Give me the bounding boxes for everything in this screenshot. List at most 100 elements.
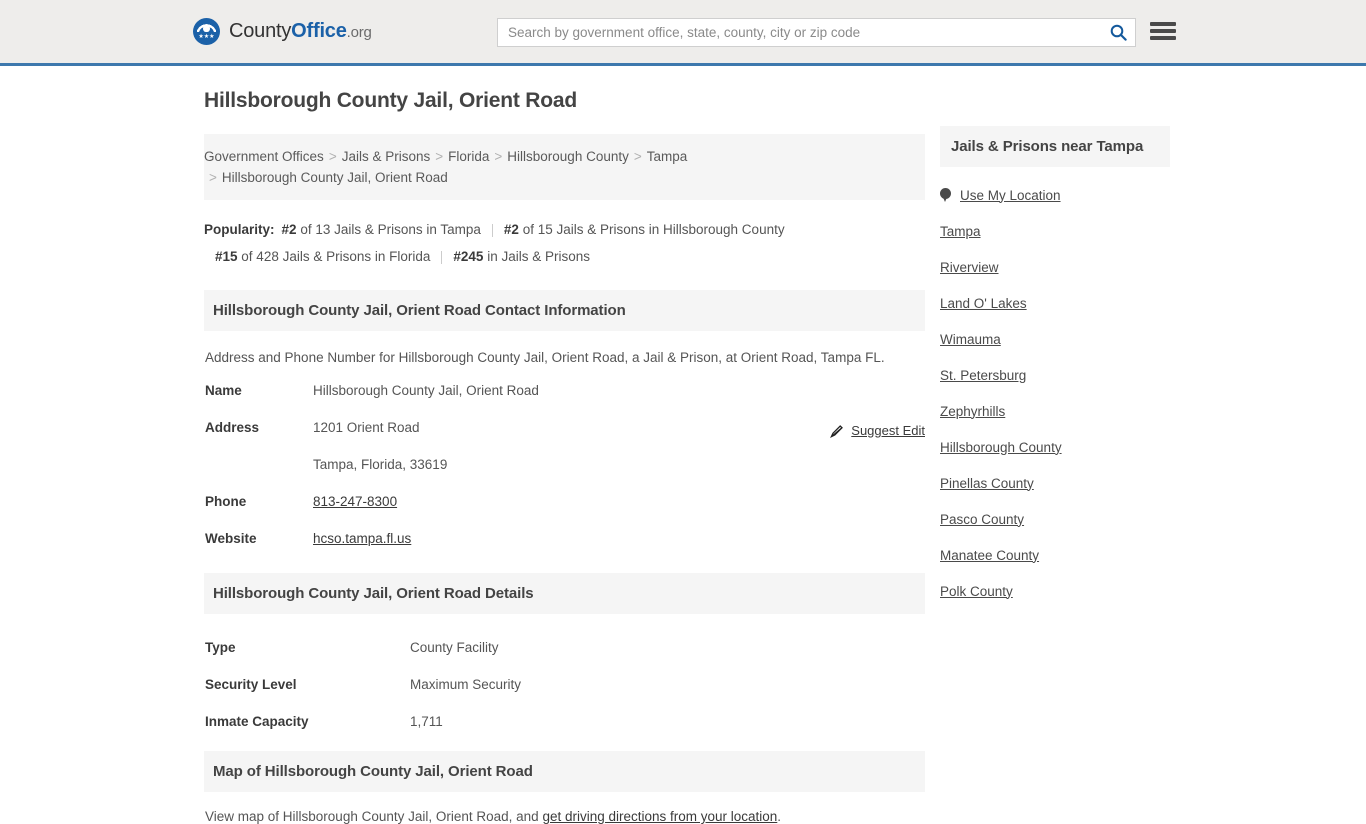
table-row: Security Level Maximum Security xyxy=(204,677,925,714)
sidebar-item-wimauma[interactable]: Wimauma xyxy=(940,321,1170,357)
sidebar-item-pasco-county[interactable]: Pasco County xyxy=(940,501,1170,537)
map-note-suffix: . xyxy=(777,809,782,824)
sidebar-link[interactable]: Wimauma xyxy=(940,332,1001,347)
driving-directions-link[interactable]: get driving directions from your locatio… xyxy=(542,809,777,824)
popularity-item-florida: #15 of 428 Jails & Prisons in Florida xyxy=(215,249,430,264)
sidebar-link[interactable]: Land O' Lakes xyxy=(940,296,1027,311)
suggest-edit-button[interactable]: Suggest Edit xyxy=(830,423,925,438)
popularity-item-overall: #245 in Jails & Prisons xyxy=(453,249,590,264)
popularity-text: of 15 Jails & Prisons in Hillsborough Co… xyxy=(522,222,785,237)
sidebar-item-manatee-county[interactable]: Manatee County xyxy=(940,537,1170,573)
popularity-text: in Jails & Prisons xyxy=(487,249,590,264)
details-value-security-level: Maximum Security xyxy=(410,677,522,692)
sidebar-item-land-o-lakes[interactable]: Land O' Lakes xyxy=(940,285,1170,321)
contact-key-phone: Phone xyxy=(205,494,247,509)
contact-key-website: Website xyxy=(205,531,257,546)
sidebar: Jails & Prisons near Tampa Use My Locati… xyxy=(940,126,1170,609)
contact-information-table: Name Hillsborough County Jail, Orient Ro… xyxy=(204,383,925,568)
breadcrumb-separator-icon: > xyxy=(435,149,444,164)
brand-org-text: .org xyxy=(346,23,372,41)
popularity-label: Popularity: xyxy=(204,222,275,237)
sidebar-heading: Jails & Prisons near Tampa xyxy=(940,126,1170,167)
breadcrumb-item-jails-prisons[interactable]: Jails & Prisons xyxy=(342,149,431,164)
search-button[interactable] xyxy=(1101,19,1135,46)
site-header: ★★★ CountyOffice.org xyxy=(0,0,1366,66)
hamburger-bar xyxy=(1150,29,1176,33)
details-key-security-level: Security Level xyxy=(205,677,297,692)
sidebar-item-hillsborough-county[interactable]: Hillsborough County xyxy=(940,429,1170,465)
main-content: Hillsborough County Jail, Orient Road Go… xyxy=(204,88,925,824)
breadcrumb-separator-icon: > xyxy=(328,149,337,164)
details-key-inmate-capacity: Inmate Capacity xyxy=(205,714,309,729)
map-note-prefix: View map of Hillsborough County Jail, Or… xyxy=(205,809,543,824)
breadcrumb-current: Hillsborough County Jail, Orient Road xyxy=(221,170,448,185)
breadcrumb: Government Offices > Jails & Prisons > Flori… xyxy=(204,134,925,200)
popularity-text: of 428 Jails & Prisons in Florida xyxy=(241,249,431,264)
brand-office-text: Office xyxy=(291,19,347,42)
popularity-rank: #15 xyxy=(215,249,238,264)
sidebar-item-tampa[interactable]: Tampa xyxy=(940,213,1170,249)
details-value-inmate-capacity: 1,711 xyxy=(410,714,443,729)
sidebar-link[interactable]: Polk County xyxy=(940,584,1013,599)
breadcrumb-separator-icon: > xyxy=(209,170,217,185)
details-key-type: Type xyxy=(205,640,236,655)
contact-key-address: Address xyxy=(205,420,260,435)
website-link[interactable]: hcso.tampa.fl.us xyxy=(313,531,411,546)
hamburger-bar xyxy=(1150,22,1176,26)
brand-county-text: County xyxy=(229,19,292,42)
map-note: View map of Hillsborough County Jail, Or… xyxy=(204,792,925,824)
table-row: Inmate Capacity 1,711 xyxy=(204,714,925,751)
breadcrumb-item-government-offices[interactable]: Government Offices xyxy=(204,149,324,164)
table-row: Address 1201 Orient Road xyxy=(204,420,925,457)
sidebar-link[interactable]: Manatee County xyxy=(940,548,1039,563)
table-row: Phone 813-247-8300 xyxy=(204,494,925,531)
search-icon xyxy=(1110,24,1127,41)
sidebar-link[interactable]: Pinellas County xyxy=(940,476,1034,491)
breadcrumb-separator-icon: > xyxy=(633,149,642,164)
breadcrumb-item-tampa[interactable]: Tampa xyxy=(647,149,688,164)
sidebar-item-pinellas-county[interactable]: Pinellas County xyxy=(940,465,1170,501)
table-row: Type County Facility xyxy=(204,640,925,677)
details-value-type: County Facility xyxy=(410,640,499,655)
map-section-heading: Map of Hillsborough County Jail, Orient … xyxy=(204,751,925,792)
popularity-rank: #2 xyxy=(503,222,519,237)
sidebar-item-riverview[interactable]: Riverview xyxy=(940,249,1170,285)
search-input[interactable] xyxy=(498,19,1101,46)
page-title: Hillsborough County Jail, Orient Road xyxy=(204,89,577,112)
sidebar-item-polk-county[interactable]: Polk County xyxy=(940,573,1170,609)
edit-pencil-icon xyxy=(830,424,844,438)
breadcrumb-item-hillsborough-county[interactable]: Hillsborough County xyxy=(507,149,629,164)
sidebar-link[interactable]: Hillsborough County xyxy=(940,440,1062,455)
sidebar-link[interactable]: Zephyrhills xyxy=(940,404,1005,419)
sidebar-link-list: Use My Location Tampa Riverview Land O' … xyxy=(940,177,1170,609)
contact-value-name: Hillsborough County Jail, Orient Road xyxy=(313,383,539,398)
contact-key-blank xyxy=(204,457,313,494)
map-pin-icon xyxy=(940,187,951,203)
use-my-location-link[interactable]: Use My Location xyxy=(960,188,1061,203)
popularity-rank: #245 xyxy=(453,249,484,264)
brand-wordmark: CountyOffice.org xyxy=(229,21,372,43)
phone-link[interactable]: 813-247-8300 xyxy=(313,494,397,509)
details-section-heading: Hillsborough County Jail, Orient Road De… xyxy=(204,573,925,614)
sidebar-link[interactable]: St. Petersburg xyxy=(940,368,1026,383)
popularity-text: of 13 Jails & Prisons in Tampa xyxy=(300,222,481,237)
search-bar[interactable] xyxy=(497,18,1136,47)
popularity-rank: #2 xyxy=(281,222,297,237)
contact-section-heading: Hillsborough County Jail, Orient Road Co… xyxy=(204,290,925,331)
contact-value-city-state-zip: Tampa, Florida, 33619 xyxy=(313,457,448,472)
contact-section-subtitle: Address and Phone Number for Hillsboroug… xyxy=(205,350,885,365)
sidebar-link[interactable]: Riverview xyxy=(940,260,999,275)
sidebar-item-st-petersburg[interactable]: St. Petersburg xyxy=(940,357,1170,393)
popularity-divider xyxy=(491,224,493,238)
sidebar-link[interactable]: Tampa xyxy=(940,224,981,239)
sidebar-link[interactable]: Pasco County xyxy=(940,512,1024,527)
sidebar-item-use-my-location[interactable]: Use My Location xyxy=(940,177,1170,213)
suggest-edit-label: Suggest Edit xyxy=(851,423,925,438)
table-row: Name Hillsborough County Jail, Orient Ro… xyxy=(204,383,925,420)
emblem-stars: ★★★ xyxy=(198,34,215,40)
hamburger-menu-button[interactable] xyxy=(1150,20,1176,42)
table-row: Website hcso.tampa.fl.us xyxy=(204,531,925,568)
sidebar-item-zephyrhills[interactable]: Zephyrhills xyxy=(940,393,1170,429)
breadcrumb-item-florida[interactable]: Florida xyxy=(448,149,489,164)
site-logo[interactable]: ★★★ CountyOffice.org xyxy=(193,18,372,45)
